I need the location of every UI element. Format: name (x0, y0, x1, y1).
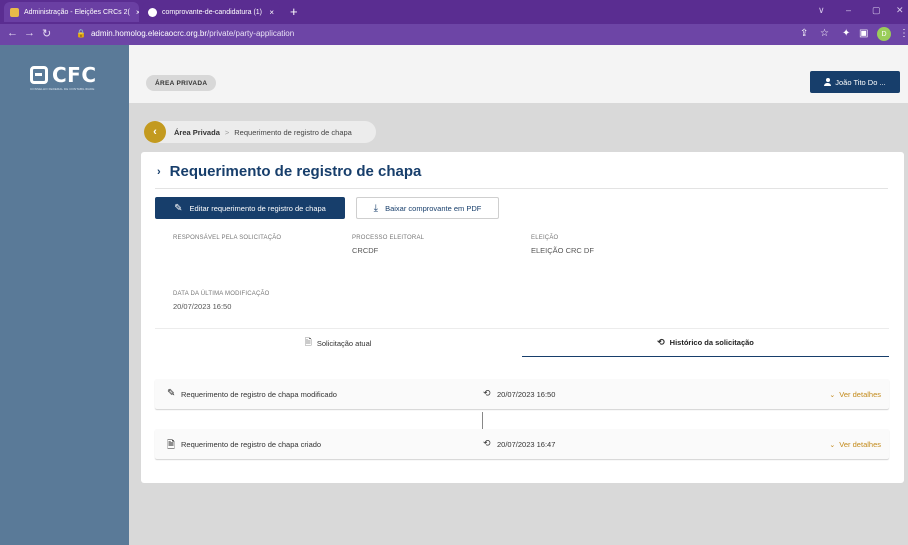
modificacao-value: 20/07/2023 16:50 (173, 302, 232, 311)
request-tabs: 🗎 Solicitação atual ⟲ Histórico da solic… (155, 328, 889, 357)
timeline-connector (482, 412, 483, 429)
breadcrumb: ‹ Área Privada > Requerimento de registr… (144, 121, 376, 143)
tab-search-icon[interactable]: ∨ (818, 5, 825, 16)
share-icon[interactable]: ⇪ (800, 28, 808, 39)
tab-solicitacao-atual[interactable]: 🗎 Solicitação atual (155, 329, 521, 357)
maximize-icon[interactable]: ▢ (872, 5, 881, 16)
chevron-left-icon: ‹ (153, 126, 157, 138)
request-card: › Requerimento de registro de chapa ✎ Ed… (141, 152, 904, 483)
user-menu-button[interactable]: João Tito Do ... (810, 71, 900, 93)
history-icon: ⟲ (483, 438, 491, 448)
back-icon[interactable]: ← (7, 27, 18, 39)
forward-icon[interactable]: → (24, 27, 35, 39)
download-pdf-button[interactable]: ⤓ Baixar comprovante em PDF (356, 197, 499, 219)
cfc-logo[interactable]: CFC (30, 63, 97, 87)
bookmark-star-icon[interactable]: ☆ (820, 28, 829, 39)
chevron-down-icon: ⌄ (829, 392, 836, 399)
tab-close-icon[interactable]: × (263, 8, 274, 17)
history-row-modified: ✎ Requerimento de registro de chapa modi… (155, 379, 889, 409)
document-icon: 🗎 (304, 337, 312, 347)
eleicao-label: ELEIÇÃO (531, 235, 559, 241)
edit-request-button[interactable]: ✎ Editar requerimento de registro de cha… (155, 197, 345, 219)
minimize-icon[interactable]: – (846, 5, 851, 15)
history-row-created: 🗎 Requerimento de registro de chapa cria… (155, 429, 889, 459)
url-field[interactable]: 🔒 admin.homolog.eleicaocrc.org.br/private… (76, 29, 294, 38)
lock-icon: 🔒 (76, 29, 86, 38)
tab-favicon-icon (148, 7, 157, 17)
divider (155, 188, 888, 189)
responsavel-label: RESPONSÁVEL PELA SOLICITAÇÃO (173, 235, 282, 241)
top-bar: ÁREA PRIVADA João Tito Do ... (129, 45, 908, 103)
document-icon: 🗎 (167, 440, 176, 451)
reload-icon[interactable]: ↻ (42, 27, 51, 40)
new-tab-button[interactable]: + (290, 4, 298, 20)
breadcrumb-separator: > (224, 127, 230, 137)
pencil-icon: ✎ (167, 388, 176, 399)
details-link[interactable]: ⌄ Ver detalhes (829, 440, 881, 449)
chevron-right-icon: › (157, 165, 161, 178)
tab-close-icon[interactable]: × (130, 8, 139, 17)
extensions-icon[interactable]: ✦ (842, 28, 850, 39)
history-icon: ⟲ (483, 388, 491, 398)
breadcrumb-root[interactable]: Área Privada (174, 128, 220, 137)
address-bar: ← → ↻ 🔒 admin.homolog.eleicaocrc.org.br/p… (0, 24, 908, 45)
pencil-icon: ✎ (174, 202, 183, 214)
close-window-icon[interactable]: ✕ (896, 5, 904, 16)
browser-tab-comprovante[interactable]: comprovante-de-candidatura (1) × (142, 2, 280, 22)
tab-title: Administração - Eleições CRCs 2( (24, 8, 130, 16)
browser-tab-admin[interactable]: Administração - Eleições CRCs 2( × (4, 2, 139, 22)
processo-label: PROCESSO ELEITORAL (352, 235, 425, 241)
history-icon: ⟲ (657, 337, 665, 347)
modificacao-label: DATA DA ÚLTIMA MODIFICAÇÃO (173, 291, 270, 297)
sidebar-toggle-icon[interactable]: ▣ (859, 28, 868, 39)
profile-avatar[interactable]: D (877, 27, 891, 41)
browser-tab-bar: Administração - Eleições CRCs 2( × compr… (0, 0, 908, 24)
sidebar: CFC CONSELHO FEDERAL DE CONTABILIDADE (0, 45, 129, 545)
cfc-logo-mark-icon (30, 66, 48, 84)
tab-historico[interactable]: ⟲ Histórico da solicitação (522, 329, 889, 357)
breadcrumb-current: Requerimento de registro de chapa (234, 127, 352, 137)
tab-favicon-icon (10, 7, 19, 17)
processo-value: CRCDF (352, 246, 379, 255)
area-badge: ÁREA PRIVADA (146, 75, 217, 91)
tab-title: comprovante-de-candidatura (1) (162, 8, 262, 16)
page-title: › Requerimento de registro de chapa (157, 163, 422, 180)
browser-menu-icon[interactable]: ⋮ (899, 28, 908, 39)
user-icon (824, 78, 832, 86)
chevron-down-icon: ⌄ (829, 442, 836, 449)
details-link[interactable]: ⌄ Ver detalhes (829, 390, 881, 399)
back-button[interactable]: ‹ (144, 121, 166, 143)
download-icon: ⤓ (373, 202, 379, 214)
logo-subtitle: CONSELHO FEDERAL DE CONTABILIDADE (30, 87, 95, 91)
eleicao-value: ELEIÇÃO CRC DF (531, 246, 594, 255)
